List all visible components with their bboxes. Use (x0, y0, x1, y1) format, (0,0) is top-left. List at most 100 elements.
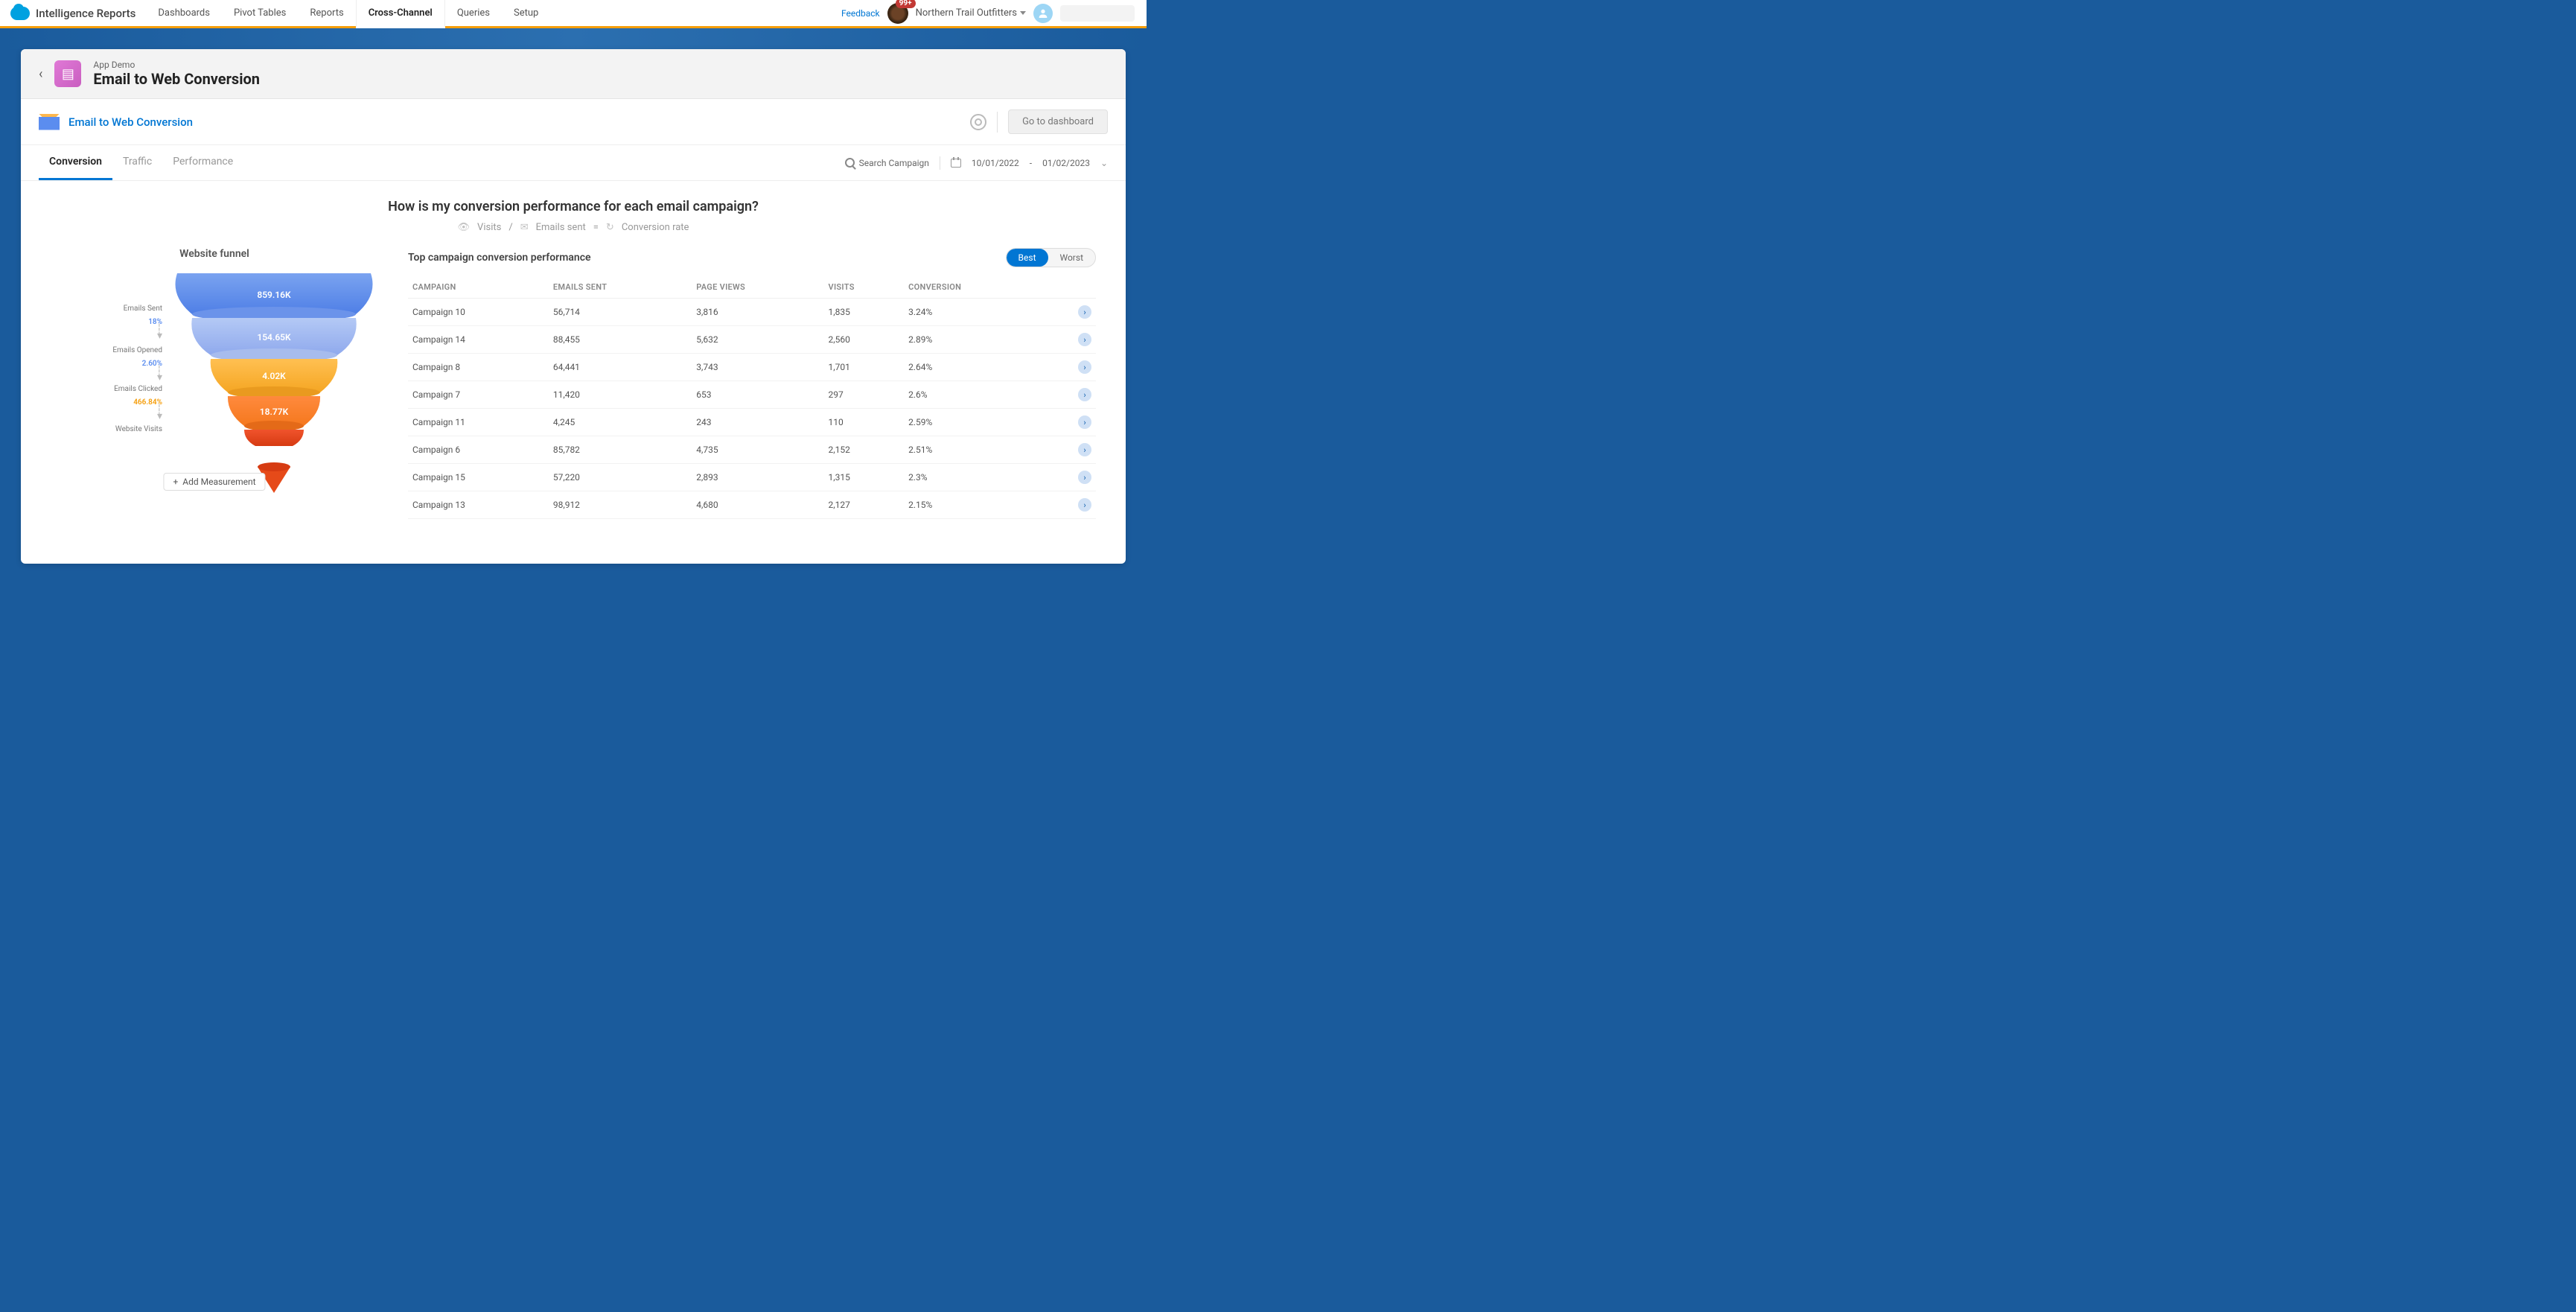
table-row: Campaign 1557,2202,8931,3152.3%› (408, 464, 1096, 491)
col-campaign[interactable]: CAMPAIGN (408, 276, 549, 299)
page-title: Email to Web Conversion (93, 70, 260, 88)
report-title-link[interactable]: Email to Web Conversion (68, 115, 193, 129)
cell-conv: 2.59% (904, 409, 1045, 436)
funnel-value-2: 4.02K (262, 371, 286, 381)
cell-visits: 2,152 (824, 436, 905, 464)
table-row: Campaign 114,2452431102.59%› (408, 409, 1096, 436)
cell-campaign: Campaign 10 (408, 299, 549, 326)
funnel-stage-label: Emails Clicked466.84%┆▾ (114, 385, 162, 420)
user-avatar[interactable] (1033, 4, 1053, 23)
nav-tab-queries[interactable]: Queries (445, 0, 502, 28)
cell-pv: 4,735 (692, 436, 823, 464)
row-expand-button[interactable]: › (1078, 305, 1091, 319)
cell-emails: 64,441 (549, 354, 692, 381)
cell-emails: 98,912 (549, 491, 692, 519)
cell-conv: 2.15% (904, 491, 1045, 519)
search-campaign[interactable]: Search Campaign (845, 158, 929, 168)
formula-emails: Emails sent (536, 222, 586, 233)
cell-pv: 2,893 (692, 464, 823, 491)
funnel-value-3: 18.77K (260, 407, 289, 417)
row-expand-button[interactable]: › (1078, 360, 1091, 374)
date-from[interactable]: 10/01/2022 (972, 158, 1019, 168)
nav-tab-reports[interactable]: Reports (298, 0, 355, 28)
subtab-conversion[interactable]: Conversion (39, 145, 112, 180)
cell-campaign: Campaign 8 (408, 354, 549, 381)
date-chevron-icon[interactable]: ⌄ (1100, 158, 1108, 168)
cell-emails: 56,714 (549, 299, 692, 326)
nav-tab-pivot-tables[interactable]: Pivot Tables (222, 0, 298, 28)
table-row: Campaign 711,4206532972.6%› (408, 381, 1096, 409)
row-expand-button[interactable]: › (1078, 471, 1091, 484)
cell-campaign: Campaign 6 (408, 436, 549, 464)
col-emails-sent[interactable]: EMAILS SENT (549, 276, 692, 299)
cell-visits: 2,560 (824, 326, 905, 354)
cell-pv: 4,680 (692, 491, 823, 519)
breadcrumb: App Demo (93, 60, 260, 70)
col-page-views[interactable]: PAGE VIEWS (692, 276, 823, 299)
mail-chart-icon (39, 114, 60, 130)
nav-tab-dashboards[interactable]: Dashboards (146, 0, 222, 28)
cell-emails: 57,220 (549, 464, 692, 491)
cell-emails: 11,420 (549, 381, 692, 409)
go-to-dashboard-button[interactable]: Go to dashboard (1008, 109, 1108, 134)
toggle-worst[interactable]: Worst (1048, 249, 1096, 267)
app-icon: ▤ (54, 60, 81, 87)
refresh-icon: ↻ (606, 222, 614, 233)
col-visits[interactable]: VISITS (824, 276, 905, 299)
nav-tab-setup[interactable]: Setup (502, 0, 550, 28)
table-title: Top campaign conversion performance (408, 252, 591, 264)
cell-visits: 2,127 (824, 491, 905, 519)
org-switcher[interactable]: Northern Trail Outfitters (916, 7, 1026, 19)
subtab-performance[interactable]: Performance (162, 145, 243, 180)
cell-campaign: Campaign 15 (408, 464, 549, 491)
nav-tab-cross-channel[interactable]: Cross-Channel (356, 0, 445, 28)
astro-avatar-icon[interactable]: 99+ (887, 3, 908, 24)
cell-campaign: Campaign 7 (408, 381, 549, 409)
settings-button[interactable] (970, 114, 986, 130)
funnel-stage-label: Emails Opened2.60%┆▾ (112, 346, 162, 381)
cell-visits: 297 (824, 381, 905, 409)
formula-eq: = (593, 222, 599, 233)
subtab-traffic[interactable]: Traffic (112, 145, 162, 180)
notification-badge: 99+ (896, 0, 916, 8)
cell-conv: 2.3% (904, 464, 1045, 491)
funnel-title: Website funnel (51, 248, 378, 260)
cell-emails: 85,782 (549, 436, 692, 464)
table-row: Campaign 1488,4555,6322,5602.89%› (408, 326, 1096, 354)
plus-icon: + (173, 477, 178, 487)
table-row: Campaign 1056,7143,8161,8353.24%› (408, 299, 1096, 326)
row-expand-button[interactable]: › (1078, 443, 1091, 456)
funnel-chart: 859.16K 154.65K 4.02K 18.77K (170, 273, 378, 497)
sub-tabs: ConversionTrafficPerformance Search Camp… (21, 145, 1126, 181)
page-frame: ‹ ▤ App Demo Email to Web Conversion Ema… (21, 49, 1126, 564)
back-button[interactable]: ‹ (39, 66, 42, 82)
row-expand-button[interactable]: › (1078, 415, 1091, 429)
formula-slash: / (508, 222, 512, 233)
row-expand-button[interactable]: › (1078, 498, 1091, 512)
cell-visits: 1,701 (824, 354, 905, 381)
envelope-icon: ✉ (520, 222, 529, 233)
col-conversion[interactable]: CONVERSION (904, 276, 1045, 299)
calendar-icon (951, 159, 961, 168)
search-campaign-label: Search Campaign (859, 158, 929, 168)
cell-campaign: Campaign 14 (408, 326, 549, 354)
eye-icon: 👁 (458, 222, 471, 233)
cell-conv: 2.6% (904, 381, 1045, 409)
brand-text: Intelligence Reports (36, 7, 136, 20)
date-to[interactable]: 01/02/2023 (1042, 158, 1090, 168)
toggle-best[interactable]: Best (1007, 249, 1048, 267)
cell-pv: 243 (692, 409, 823, 436)
row-expand-button[interactable]: › (1078, 388, 1091, 401)
cell-conv: 2.89% (904, 326, 1045, 354)
table-row: Campaign 1398,9124,6802,1272.15% › (408, 491, 1096, 519)
content-area: How is my conversion performance for eac… (21, 181, 1126, 554)
campaign-table: CAMPAIGNEMAILS SENTPAGE VIEWSVISITSCONVE… (408, 276, 1096, 519)
global-search-input[interactable] (1060, 5, 1135, 22)
funnel-panel: Website funnel Emails Sent18%┆▾ Emails Op… (51, 248, 378, 519)
feedback-link[interactable]: Feedback (841, 8, 880, 19)
funnel-stage-label: Emails Sent18%┆▾ (124, 305, 162, 340)
table-row: Campaign 864,4413,7431,7012.64%› (408, 354, 1096, 381)
add-measurement-button[interactable]: + Add Measurement (163, 473, 265, 491)
row-expand-button[interactable]: › (1078, 333, 1091, 346)
cell-campaign: Campaign 13 (408, 491, 549, 519)
